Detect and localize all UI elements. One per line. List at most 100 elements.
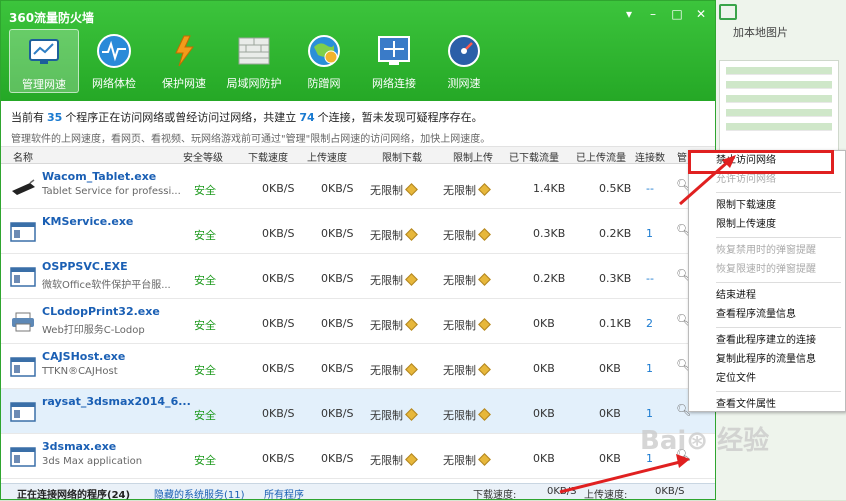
limit-upload[interactable]: 无限制 bbox=[443, 317, 491, 333]
limit-upload[interactable]: 无限制 bbox=[443, 452, 491, 468]
limit-download[interactable]: 无限制 bbox=[370, 227, 418, 243]
edit-icon[interactable] bbox=[405, 363, 418, 376]
column-header[interactable]: 已上传流量 bbox=[576, 149, 626, 164]
app-title: 360流量防火墙 bbox=[9, 11, 95, 25]
connection-count[interactable]: 1 bbox=[646, 407, 653, 420]
toolbar-monitor-button[interactable]: 管理网速 bbox=[9, 29, 79, 93]
connection-count[interactable]: 1 bbox=[646, 227, 653, 240]
edit-icon[interactable] bbox=[478, 183, 491, 196]
toolbar-speedometer-button[interactable]: 测网速 bbox=[429, 29, 499, 93]
column-header[interactable]: 管 bbox=[677, 149, 687, 164]
tab-connected-programs[interactable]: 正在连接网络的程序(24) bbox=[17, 486, 130, 501]
connection-count[interactable]: -- bbox=[646, 182, 654, 195]
tab-all-programs[interactable]: 所有程序 bbox=[264, 486, 304, 501]
menu-item[interactable]: 查看程序流量信息 bbox=[689, 305, 845, 324]
limit-upload[interactable]: 无限制 bbox=[443, 272, 491, 288]
column-header[interactable]: 名称 bbox=[13, 149, 33, 164]
edit-icon[interactable] bbox=[405, 183, 418, 196]
limit-upload[interactable]: 无限制 bbox=[443, 362, 491, 378]
upload-speed: 0KB/S bbox=[321, 362, 354, 375]
column-header[interactable]: 已下载流量 bbox=[509, 149, 559, 164]
limit-download[interactable]: 无限制 bbox=[370, 272, 418, 288]
menu-dropdown-icon[interactable]: ▾ bbox=[623, 7, 635, 21]
edit-icon[interactable] bbox=[478, 408, 491, 421]
download-speed: 0KB/S bbox=[262, 182, 295, 195]
edit-icon[interactable] bbox=[405, 453, 418, 466]
program-desc: TTKN®CAJHost bbox=[42, 366, 118, 377]
limit-download[interactable]: 无限制 bbox=[370, 407, 418, 423]
program-name: raysat_3dsmax2014_6... bbox=[42, 395, 191, 408]
uploaded-traffic: 0.3KB bbox=[599, 272, 632, 285]
program-desc: 3ds Max application bbox=[42, 456, 143, 467]
table-header: 名称 安全等级 下载速度 上传速度 限制下载 限制上传 已下载流量 已上传流量 连接数管 bbox=[1, 147, 715, 164]
column-header[interactable]: 限制上传 bbox=[453, 149, 493, 164]
menu-item[interactable]: 结束进程 bbox=[689, 286, 845, 305]
column-header[interactable]: 安全等级 bbox=[183, 149, 223, 164]
menu-separator bbox=[716, 327, 841, 328]
downloaded-traffic: 1.4KB bbox=[533, 182, 566, 195]
table-row[interactable]: CAJSHost.exe TTKN®CAJHost 安全 0KB/S 0KB/S 无限制 无… bbox=[1, 344, 715, 389]
edit-icon[interactable] bbox=[478, 453, 491, 466]
connection-count[interactable]: 1 bbox=[646, 362, 653, 375]
limit-download[interactable]: 无限制 bbox=[370, 452, 418, 468]
edit-icon[interactable] bbox=[478, 363, 491, 376]
menu-separator bbox=[716, 192, 841, 193]
title-bar: 360流量防火墙 ▾ – □ ✕ 管理网速 网络体检 保护网速 局域网防护 防蹭网 网络连… bbox=[1, 1, 715, 101]
edit-icon[interactable] bbox=[478, 318, 491, 331]
limit-download[interactable]: 无限制 bbox=[370, 182, 418, 198]
edit-icon[interactable] bbox=[405, 228, 418, 241]
summary-hint: 管理软件的上网速度，看网页、看视频、玩网络游戏前可通过"管理"限制占网速的访问网… bbox=[11, 134, 491, 145]
toolbar-brick-wall-button[interactable]: 局域网防护 bbox=[219, 29, 289, 93]
uploaded-traffic: 0KB bbox=[599, 407, 621, 420]
upload-speed-label: 上传速度: bbox=[584, 490, 628, 501]
limit-download[interactable]: 无限制 bbox=[370, 362, 418, 378]
uploaded-traffic: 0.1KB bbox=[599, 317, 632, 330]
edit-icon[interactable] bbox=[405, 273, 418, 286]
limit-upload[interactable]: 无限制 bbox=[443, 182, 491, 198]
table-row[interactable]: 3dsmax.exe 3ds Max application 安全 0KB/S 0KB/… bbox=[1, 434, 715, 479]
connection-count[interactable]: 2 bbox=[646, 317, 653, 330]
edit-icon[interactable] bbox=[405, 408, 418, 421]
table-row[interactable]: raysat_3dsmax2014_6... 安全 0KB/S 0KB/S 无限制 无限制… bbox=[1, 389, 715, 434]
connection-count[interactable]: -- bbox=[646, 272, 654, 285]
table-row[interactable]: OSPPSVC.EXE 微软Office软件保护平台服... 安全 0KB/S 0KB/… bbox=[1, 254, 715, 299]
column-header[interactable]: 限制下载 bbox=[382, 149, 422, 164]
toolbar-globe-button[interactable]: 防蹭网 bbox=[289, 29, 359, 93]
column-header[interactable]: 上传速度 bbox=[307, 149, 347, 164]
safety-level: 安全 bbox=[194, 319, 216, 332]
program-desc: Web打印服务C-Lodop bbox=[42, 325, 145, 336]
window-app-icon bbox=[10, 402, 36, 422]
minimize-icon[interactable]: – bbox=[647, 7, 659, 21]
toolbar-label: 管理网速 bbox=[22, 78, 66, 91]
menu-item[interactable]: 查看此程序建立的连接 bbox=[689, 331, 845, 350]
table-row[interactable]: KMService.exe 安全 0KB/S 0KB/S 无限制 无限制 0.3KB 0.2K… bbox=[1, 209, 715, 254]
toolbar-pulse-button[interactable]: 网络体检 bbox=[79, 29, 149, 93]
table-row[interactable]: CLodopPrint32.exe Web打印服务C-Lodop 安全 0KB/S 0K… bbox=[1, 299, 715, 344]
table-row[interactable]: Wacom_Tablet.exe Tablet Service for profe… bbox=[1, 164, 715, 209]
limit-upload[interactable]: 无限制 bbox=[443, 227, 491, 243]
menu-item[interactable]: 限制上传速度 bbox=[689, 215, 845, 234]
safety-level: 安全 bbox=[194, 274, 216, 287]
image-thumbnail bbox=[719, 60, 839, 160]
tab-hidden-services[interactable]: 隐藏的系统服务(11) bbox=[154, 486, 245, 501]
column-header[interactable]: 下载速度 bbox=[248, 149, 288, 164]
menu-item[interactable]: 查看文件属性 bbox=[689, 395, 845, 414]
limit-upload[interactable]: 无限制 bbox=[443, 407, 491, 423]
menu-item[interactable]: 限制下载速度 bbox=[689, 196, 845, 215]
limit-download[interactable]: 无限制 bbox=[370, 317, 418, 333]
upload-speed: 0KB/S bbox=[321, 452, 354, 465]
edit-icon[interactable] bbox=[478, 273, 491, 286]
upload-speed: 0KB/S bbox=[321, 317, 354, 330]
connection-count: 74 bbox=[299, 111, 315, 124]
safety-level: 安全 bbox=[194, 184, 216, 197]
edit-icon[interactable] bbox=[478, 228, 491, 241]
toolbar-network-screen-button[interactable]: 网络连接 bbox=[359, 29, 429, 93]
menu-item[interactable]: 复制此程序的流量信息 bbox=[689, 350, 845, 369]
edit-icon[interactable] bbox=[405, 318, 418, 331]
maximize-icon[interactable]: □ bbox=[671, 7, 683, 21]
column-header[interactable]: 连接数 bbox=[635, 149, 665, 164]
globe-icon bbox=[306, 33, 342, 69]
toolbar-lightning-shield-button[interactable]: 保护网速 bbox=[149, 29, 219, 93]
close-icon[interactable]: ✕ bbox=[695, 7, 707, 21]
menu-item[interactable]: 定位文件 bbox=[689, 369, 845, 388]
